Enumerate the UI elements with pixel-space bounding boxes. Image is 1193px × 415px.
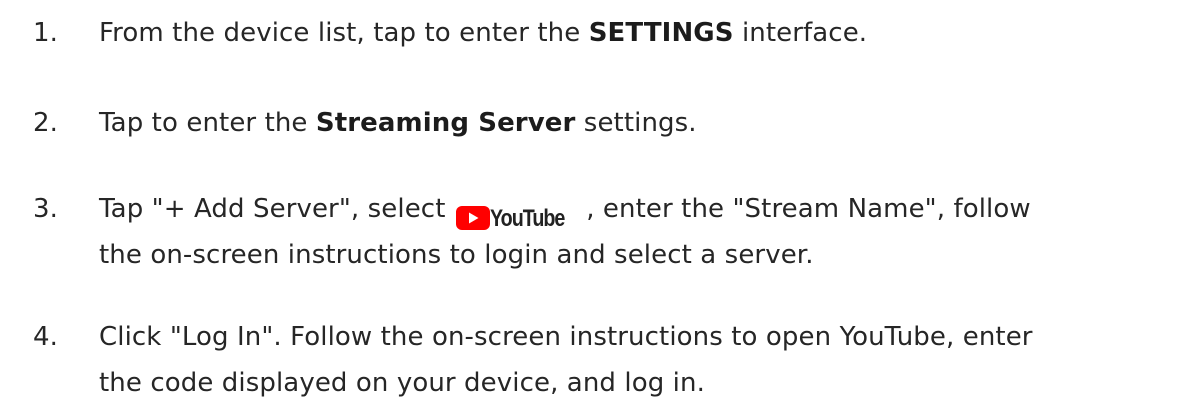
step-1-text-before: From the device list, tap to enter the [99, 18, 589, 48]
step-3-text-after: , enter the "Stream Name", follow [586, 194, 1031, 224]
step-4-number: 4. [33, 322, 59, 352]
instruction-steps: 1. From the device list, tap to enter th… [0, 0, 1193, 415]
step-1-text: From the device list, tap to enter the S… [99, 9, 867, 57]
step-3-text-before: Tap "+ Add Server", select [99, 194, 446, 224]
step-2-text-before: Tap to enter the [99, 108, 316, 138]
step-3-number: 3. [33, 194, 59, 224]
step-2-bold: Streaming Server [315, 108, 576, 138]
step-3-text-line-2: the on-screen instructions to login and … [99, 240, 814, 270]
step-2-text: Tap to enter the Streaming Server settin… [99, 99, 697, 147]
step-3-text-line-1: Tap "+ Add Server", select YouTube, ente… [99, 185, 1031, 233]
step-1-text-after: interface. [733, 18, 868, 48]
step-1-number: 1. [33, 18, 59, 48]
youtube-play-icon [455, 206, 490, 230]
step-2-text-after: settings. [575, 108, 697, 138]
step-1-bold: SETTINGS [588, 18, 734, 48]
step-4-text-line-1: Click "Log In". Follow the on-screen ins… [99, 322, 1033, 352]
step-4-text-line-2: the code displayed on your device, and l… [99, 368, 705, 398]
youtube-logo-icon: YouTube [455, 194, 581, 232]
step-2-number: 2. [33, 108, 59, 138]
